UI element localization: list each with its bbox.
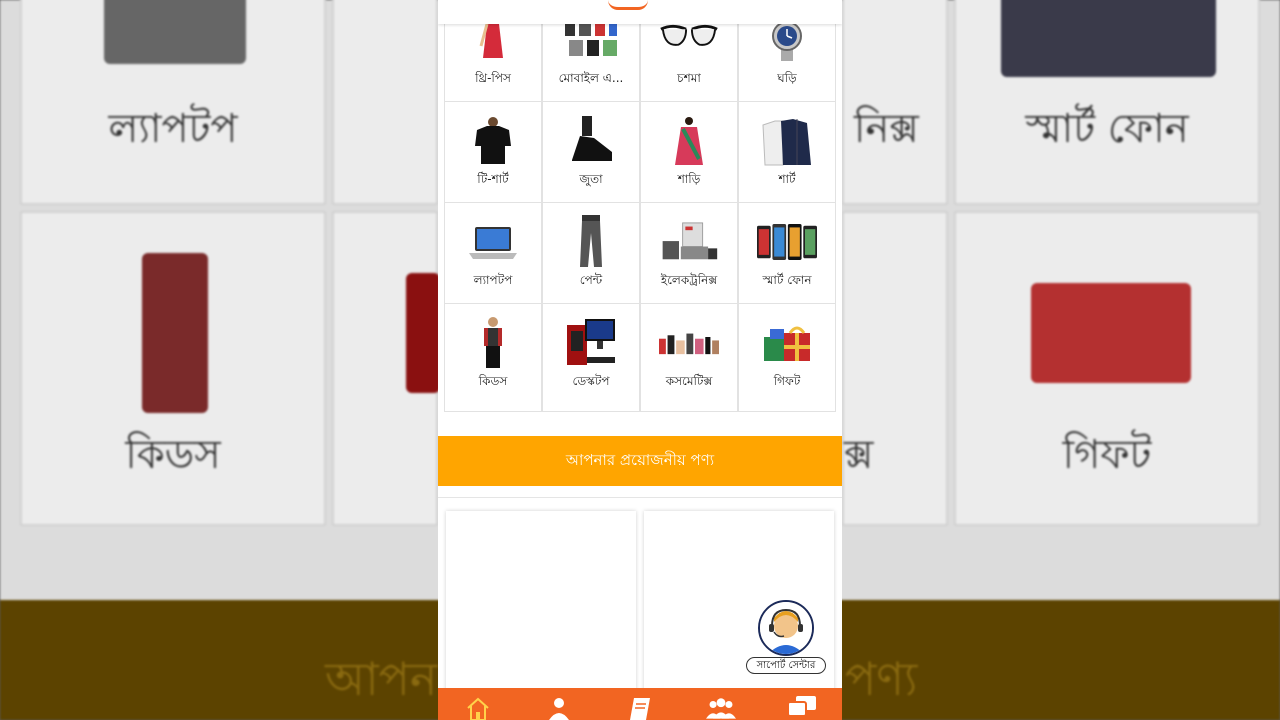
laptop-image	[104, 0, 246, 64]
category-item[interactable]: গিফট	[738, 303, 836, 412]
support-agent-icon	[758, 600, 814, 656]
category-label: ল্যাপটপ	[473, 273, 513, 287]
kids-icon	[463, 317, 523, 368]
category-label: ঘড়ি	[777, 71, 797, 85]
background-tile	[332, 211, 440, 526]
section-title: আপনার প্রয়োজনীয় পণ্য	[565, 450, 715, 469]
background-label: স্মার্ট ফোন	[1025, 106, 1189, 152]
smartphone-image	[1001, 0, 1216, 77]
app-header	[438, 0, 842, 24]
category-item[interactable]: কিডস	[444, 303, 542, 412]
gift-icon	[757, 318, 817, 368]
category-label: টি-শার্ট	[477, 172, 509, 186]
category-label: স্মার্ট ফোন	[762, 273, 812, 287]
category-item[interactable]: ডেস্কটপ	[542, 303, 640, 412]
category-item[interactable]: কসমেটিক্স	[640, 303, 738, 412]
tshirt-icon	[463, 116, 523, 166]
background-tile: কিডস	[20, 211, 326, 526]
category-item[interactable]: শার্ট	[738, 101, 836, 210]
background-band-text: আপন	[325, 652, 438, 706]
shoes-icon	[561, 116, 621, 166]
chat-icon[interactable]	[787, 696, 817, 720]
background-label: কিডস	[125, 432, 221, 478]
category-label: মোবাইল এ...	[558, 71, 624, 85]
shirt-icon	[757, 116, 817, 166]
cosmetics-icon	[659, 318, 719, 368]
product-card[interactable]	[446, 511, 636, 701]
background-label: গিফট	[1062, 432, 1152, 478]
divider	[438, 497, 842, 498]
logo-icon[interactable]	[608, 0, 648, 10]
desktop-icon	[561, 318, 621, 368]
book-icon[interactable]	[625, 696, 655, 720]
category-label: পেন্ট	[579, 273, 603, 287]
background-tile: ল্যাপটপ	[20, 0, 326, 205]
support-center-button[interactable]: সাপোর্ট সেন্টার	[746, 600, 826, 676]
category-item[interactable]: ল্যাপটপ	[444, 202, 542, 311]
laptop-icon	[463, 217, 523, 267]
user-icon[interactable]	[544, 696, 574, 720]
background-tile: নিক্স	[842, 0, 948, 205]
category-item[interactable]: টি-শার্ট	[444, 101, 542, 210]
bottom-navigation	[438, 688, 842, 720]
category-item[interactable]: পেন্ট	[542, 202, 640, 311]
background-tile: ক্স	[842, 211, 948, 526]
section-title-bar: আপনার প্রয়োজনীয় পণ্য	[438, 436, 842, 486]
category-label: থ্রি-পিস	[475, 71, 511, 85]
background-tile: স্মার্ট ফোন	[954, 0, 1260, 205]
category-label: ইলেকট্রনিক্স	[660, 273, 718, 287]
category-item[interactable]: স্মার্ট ফোন	[738, 202, 836, 311]
smartphone-icon	[757, 217, 817, 267]
category-label: ডেস্কটপ	[572, 374, 610, 388]
category-grid: থ্রি-পিস মোবাইল এ... চশমা ঘড়ি টি-শার্ট …	[444, 0, 836, 412]
background-label: ক্স	[844, 432, 874, 478]
pants-icon	[561, 215, 621, 267]
category-label: গিফট	[773, 374, 801, 388]
background-tile: গিফট	[954, 211, 1260, 526]
background-tile	[332, 0, 438, 205]
background-label: ল্যাপটপ	[108, 106, 238, 152]
category-label: শার্ট	[778, 172, 796, 186]
kids-image	[142, 253, 208, 413]
saree-icon	[659, 116, 719, 166]
electronics-icon	[659, 217, 719, 267]
category-label: জুতা	[579, 172, 603, 186]
desktop-image	[406, 273, 440, 393]
background-label: নিক্স	[854, 106, 919, 152]
support-center-label: সাপোর্ট সেন্টার	[746, 657, 826, 674]
category-item[interactable]: শাড়ি	[640, 101, 738, 210]
category-item[interactable]: জুতা	[542, 101, 640, 210]
category-item[interactable]: ইলেকট্রনিক্স	[640, 202, 738, 311]
home-icon[interactable]	[463, 696, 493, 720]
category-label: চশমা	[677, 71, 701, 85]
category-label: কিডস	[478, 374, 508, 388]
gift-image	[1031, 283, 1191, 383]
background-band-text: পণ্য	[845, 652, 918, 706]
app-screen: থ্রি-পিস মোবাইল এ... চশমা ঘড়ি টি-শার্ট …	[438, 0, 842, 720]
category-label: শাড়ি	[677, 172, 701, 186]
group-icon[interactable]	[705, 696, 736, 720]
category-label: কসমেটিক্স	[665, 374, 713, 388]
